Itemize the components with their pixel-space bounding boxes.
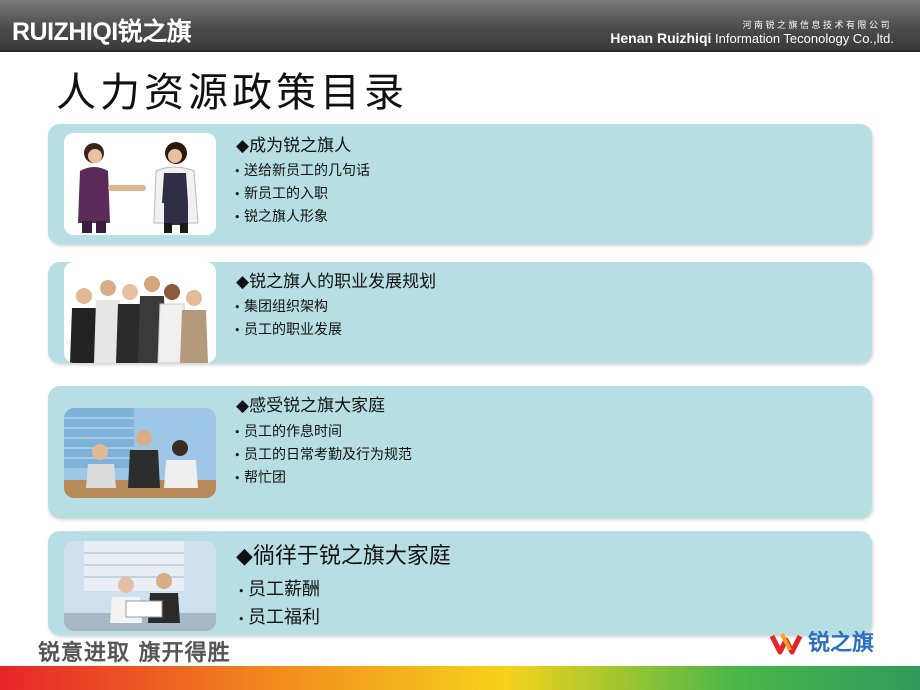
section-4-list: 员工薪酬 员工福利	[238, 577, 320, 633]
section-3-list: 员工的作息时间 员工的日常考勤及行为规范 帮忙团	[234, 421, 412, 490]
section-panel-3[interactable]: ◆感受锐之旗大家庭 员工的作息时间 员工的日常考勤及行为规范 帮忙团	[48, 386, 872, 518]
section-2-title: ◆锐之旗人的职业发展规划	[236, 272, 437, 292]
list-item[interactable]: 员工福利	[238, 605, 320, 633]
photo-team-group	[64, 262, 216, 363]
footer-logo-text: 锐之旗	[808, 630, 874, 656]
company-name-en-bold: Henan Ruizhiqi	[610, 30, 712, 46]
footer-logo: 锐之旗	[768, 622, 898, 662]
company-name-en-rest: Information Teconology Co.,ltd.	[711, 31, 894, 46]
slogan: 锐意进取 旗开得胜	[38, 641, 231, 666]
brand-logo: RUIZHIQI锐之旗	[12, 18, 192, 46]
list-item[interactable]: 员工的职业发展	[234, 319, 342, 342]
section-3-title: ◆感受锐之旗大家庭	[236, 396, 386, 416]
section-1-title: ◆成为锐之旗人	[236, 136, 352, 156]
section-panel-1[interactable]: ◆成为锐之旗人 送给新员工的几句话 新员工的入职 锐之旗人形象	[48, 124, 872, 244]
list-item[interactable]: 帮忙团	[234, 467, 412, 490]
list-item[interactable]: 员工的日常考勤及行为规范	[234, 444, 412, 467]
header-bar: RUIZHIQI锐之旗 河南锐之旗信息技术有限公司 Henan Ruizhiqi…	[0, 0, 920, 52]
list-item[interactable]: 送给新员工的几句话	[234, 160, 370, 183]
section-1-list: 送给新员工的几句话 新员工的入职 锐之旗人形象	[234, 160, 370, 229]
section-panel-2[interactable]: ◆锐之旗人的职业发展规划 集团组织架构 员工的职业发展	[48, 262, 872, 363]
section-2-list: 集团组织架构 员工的职业发展	[234, 296, 342, 342]
company-name-en: Henan Ruizhiqi Information Teconology Co…	[610, 30, 894, 46]
list-item[interactable]: 员工的作息时间	[234, 421, 412, 444]
list-item[interactable]: 集团组织架构	[234, 296, 342, 319]
list-item[interactable]: 员工薪酬	[238, 577, 320, 605]
list-item[interactable]: 新员工的入职	[234, 183, 370, 206]
section-4-title: ◆徜徉于锐之旗大家庭	[236, 544, 451, 569]
photo-reading-couple	[64, 541, 216, 631]
section-panel-4[interactable]: ◆徜徉于锐之旗大家庭 员工薪酬 员工福利	[48, 531, 872, 635]
list-item[interactable]: 锐之旗人形象	[234, 206, 370, 229]
page-title: 人力资源政策目录	[56, 70, 408, 116]
photo-handshake	[64, 133, 216, 235]
footer-color-stripe	[0, 666, 920, 690]
photo-office-team	[64, 408, 216, 498]
